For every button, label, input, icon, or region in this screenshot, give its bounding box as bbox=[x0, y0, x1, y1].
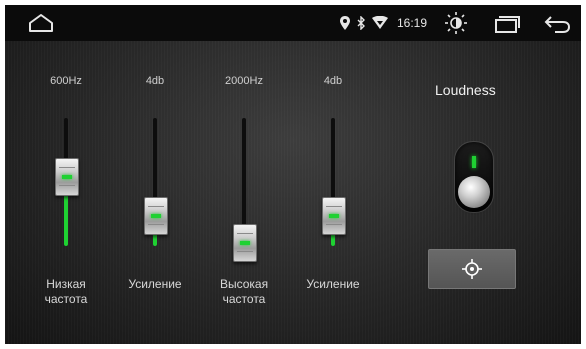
slider-led bbox=[151, 213, 161, 218]
band-name-label: Усиление bbox=[128, 277, 182, 291]
back-icon[interactable] bbox=[543, 14, 571, 34]
toggle-knob bbox=[458, 176, 490, 208]
slider-led bbox=[240, 241, 250, 245]
crosshair-icon bbox=[462, 259, 482, 279]
slider-led bbox=[329, 213, 339, 218]
band-value-label: 2000Hz bbox=[225, 75, 263, 87]
equalizer-screen: 16:19 600Hz Низкая частота 4db Усиление … bbox=[5, 5, 581, 344]
slider-handle[interactable] bbox=[322, 196, 346, 235]
loudness-title: Loudness bbox=[435, 82, 496, 98]
bluetooth-icon bbox=[357, 16, 365, 30]
sound-position-button[interactable] bbox=[428, 249, 516, 289]
band-value-label: 600Hz bbox=[50, 75, 82, 87]
slider-handle[interactable] bbox=[55, 158, 79, 196]
brightness-icon[interactable] bbox=[445, 12, 467, 34]
band-name-label: Высокая частота bbox=[219, 277, 269, 306]
location-icon bbox=[340, 16, 350, 30]
slider-led bbox=[62, 175, 72, 179]
slider-handle[interactable] bbox=[233, 224, 257, 262]
loudness-toggle[interactable] bbox=[454, 141, 494, 213]
clock: 16:19 bbox=[397, 16, 428, 30]
status-bar: 16:19 bbox=[5, 5, 581, 41]
recent-apps-icon[interactable] bbox=[494, 15, 520, 33]
band-name-label: Усиление bbox=[306, 277, 360, 291]
band-value-label: 4db bbox=[145, 75, 165, 87]
home-icon[interactable] bbox=[27, 11, 55, 35]
toggle-led bbox=[472, 156, 476, 168]
wifi-icon bbox=[372, 16, 388, 29]
slider-handle[interactable] bbox=[144, 196, 168, 235]
band-name-label: Низкая частота bbox=[44, 277, 88, 306]
band-value-label: 4db bbox=[323, 75, 343, 87]
